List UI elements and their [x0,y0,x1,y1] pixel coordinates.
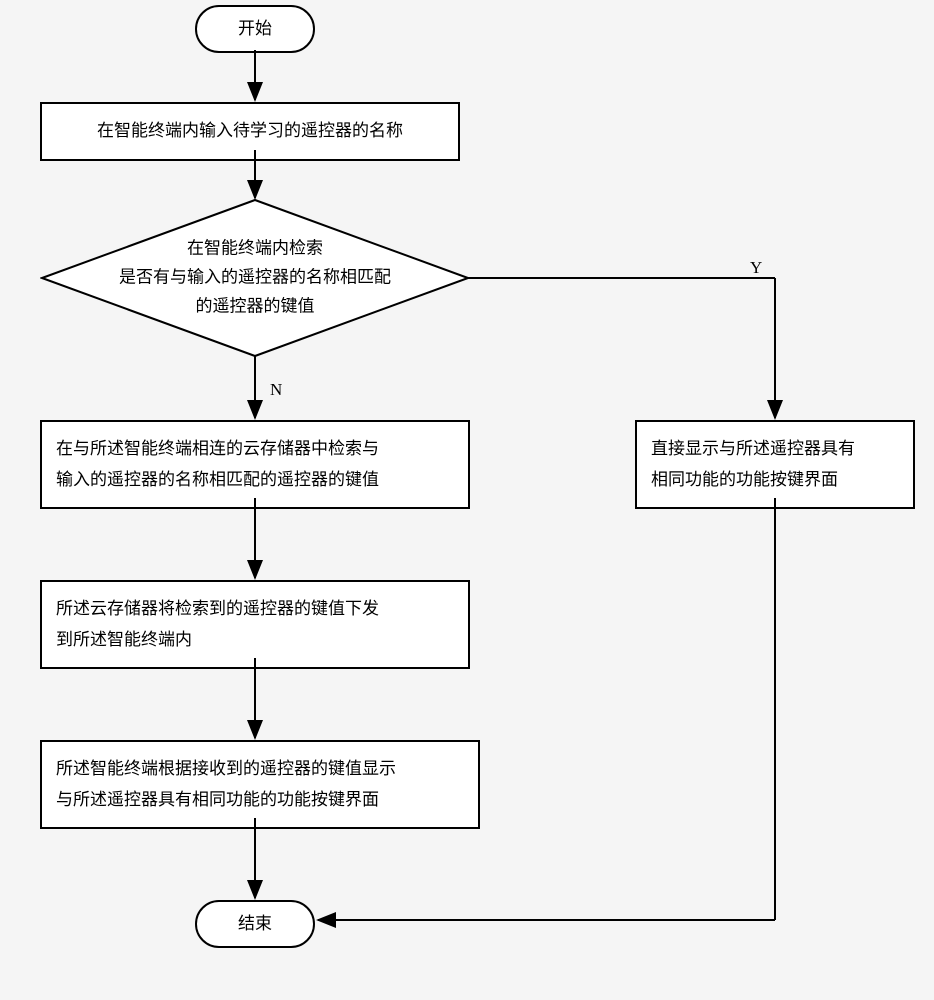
decision-text: 在智能终端内检索 是否有与输入的遥控器的名称相匹配 的遥控器的键值 [40,235,470,322]
process-input-name: 在智能终端内输入待学习的遥控器的名称 [40,102,460,161]
decision-line2: 是否有与输入的遥控器的名称相匹配 [90,264,420,293]
label-yes: Y [750,258,762,278]
label-no: N [270,380,282,400]
process-dispatch: 所述云存储器将检索到的遥控器的键值下发 到所述智能终端内 [40,580,470,669]
end-label: 结束 [238,914,272,933]
yes-branch-line1: 直接显示与所述遥控器具有 [651,434,899,465]
cloud-retrieve-line1: 在与所述智能终端相连的云存储器中检索与 [56,434,454,465]
process-cloud-retrieve: 在与所述智能终端相连的云存储器中检索与 输入的遥控器的名称相匹配的遥控器的键值 [40,420,470,509]
dispatch-line1: 所述云存储器将检索到的遥控器的键值下发 [56,594,454,625]
display-line2: 与所述遥控器具有相同功能的功能按键界面 [56,785,464,816]
process-yes-display: 直接显示与所述遥控器具有 相同功能的功能按键界面 [635,420,915,509]
end-terminator: 结束 [195,900,315,948]
start-label: 开始 [238,19,272,38]
process-input-name-text: 在智能终端内输入待学习的遥控器的名称 [97,121,403,140]
start-terminator: 开始 [195,5,315,53]
process-display: 所述智能终端根据接收到的遥控器的键值显示 与所述遥控器具有相同功能的功能按键界面 [40,740,480,829]
decision-search-terminal: 在智能终端内检索 是否有与输入的遥控器的名称相匹配 的遥控器的键值 [40,198,470,358]
decision-line1: 在智能终端内检索 [90,235,420,264]
cloud-retrieve-line2: 输入的遥控器的名称相匹配的遥控器的键值 [56,465,454,496]
dispatch-line2: 到所述智能终端内 [56,625,454,656]
display-line1: 所述智能终端根据接收到的遥控器的键值显示 [56,754,464,785]
decision-line3: 的遥控器的键值 [90,292,420,321]
yes-branch-line2: 相同功能的功能按键界面 [651,465,899,496]
